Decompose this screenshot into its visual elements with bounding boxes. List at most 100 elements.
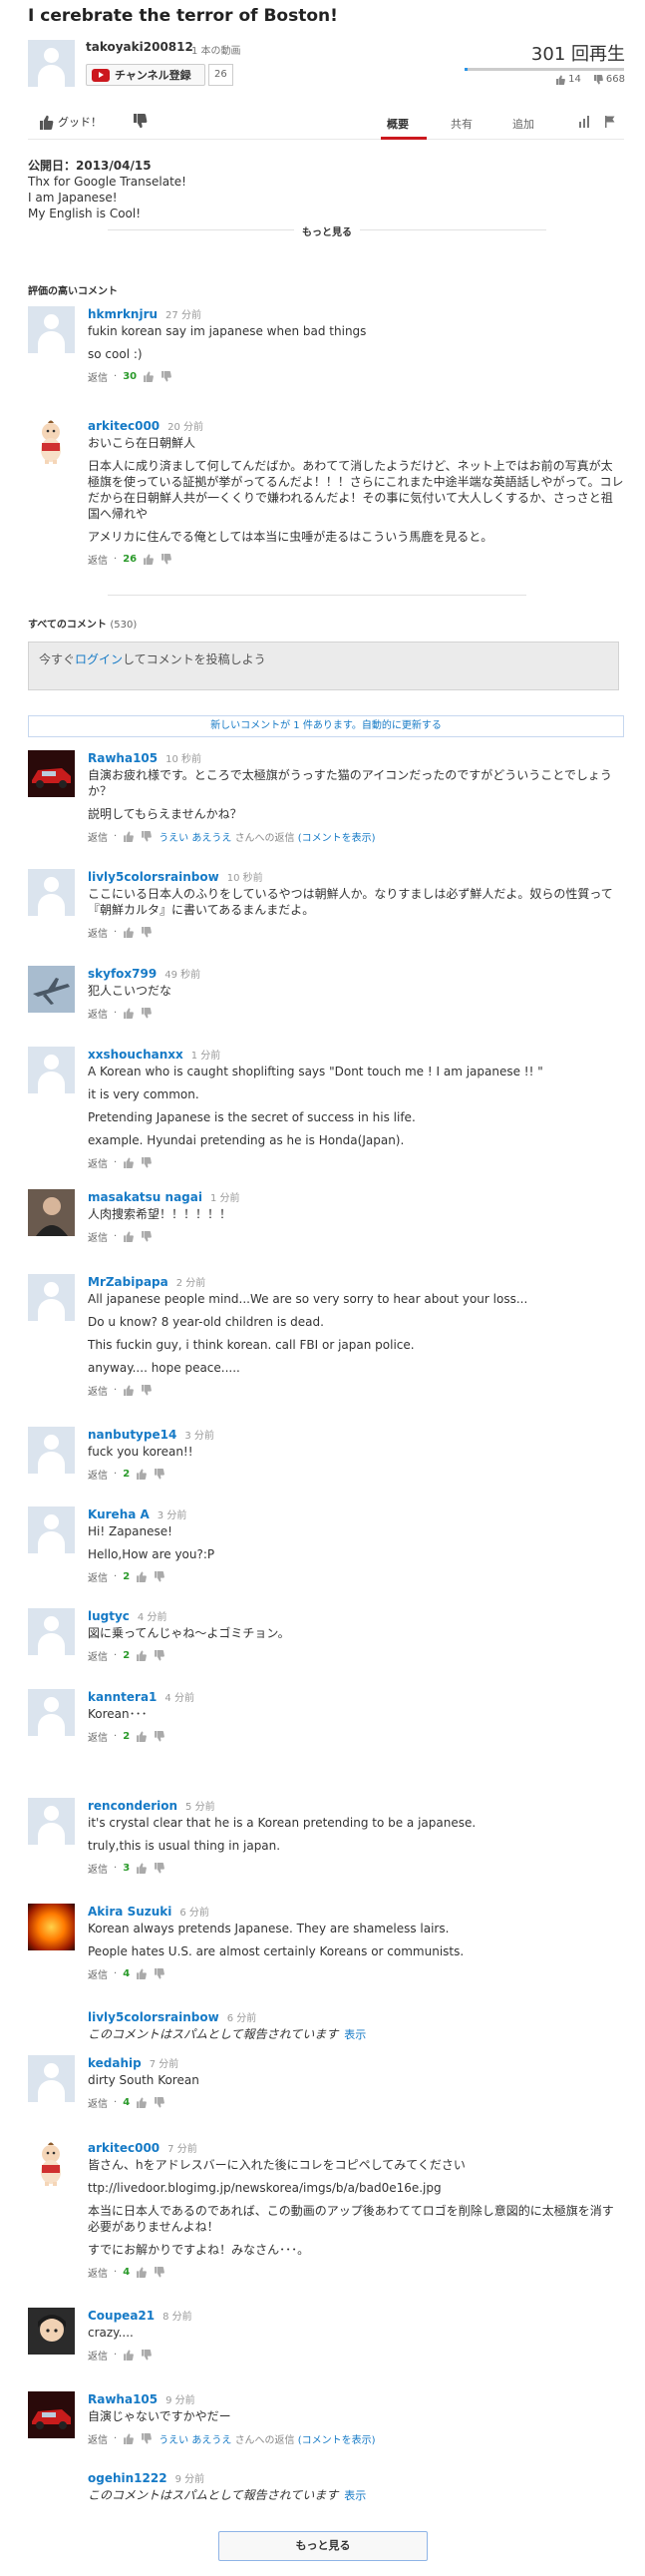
thumbs-up-icon[interactable] [123, 1231, 135, 1242]
reply-link[interactable]: 返信 [88, 1229, 108, 1244]
comment-time[interactable]: 5 分前 [185, 1802, 215, 1813]
comment-time[interactable]: 4 分前 [164, 1693, 194, 1704]
reply-link[interactable]: 返信 [88, 1383, 108, 1398]
thumbs-down-icon[interactable] [154, 1650, 165, 1661]
comment-time[interactable]: 1 分前 [191, 1051, 221, 1062]
comment-input-box[interactable]: 今すぐログインしてコメントを投稿しよう [28, 642, 619, 690]
show-comment-link[interactable]: (コメントを表示) [298, 833, 376, 844]
commenter-avatar[interactable] [28, 966, 75, 1013]
show-spam-link[interactable]: 表示 [344, 2028, 366, 2041]
commenter-avatar[interactable] [28, 1798, 75, 1845]
commenter-avatar[interactable] [28, 1506, 75, 1553]
comment-author[interactable]: xxshouchanxx [88, 1048, 183, 1062]
thumbs-down-icon[interactable] [161, 371, 172, 382]
commenter-avatar[interactable] [28, 418, 75, 465]
thumbs-up-icon[interactable] [123, 1385, 135, 1396]
comment-author[interactable]: ogehin1222 [88, 2471, 167, 2485]
comment-author[interactable]: nanbutype14 [88, 1428, 176, 1442]
load-more-button[interactable]: もっと見る [218, 2531, 428, 2561]
comment-author[interactable]: renconderion [88, 1799, 177, 1813]
comment-time[interactable]: 1 分前 [210, 1193, 240, 1204]
thumbs-up-icon[interactable] [136, 1731, 148, 1742]
thumbs-up-icon[interactable] [123, 1157, 135, 1168]
comment-author[interactable]: kedahip [88, 2056, 142, 2070]
comment-time[interactable]: 6 分前 [227, 2013, 257, 2024]
reply-link[interactable]: 返信 [88, 2265, 108, 2280]
commenter-avatar[interactable] [28, 1608, 75, 1655]
comment-author[interactable]: hkmrknjru [88, 307, 158, 321]
thumbs-down-icon[interactable] [141, 1231, 153, 1242]
thumbs-down-icon[interactable] [141, 1385, 153, 1396]
comment-author[interactable]: masakatsu nagai [88, 1190, 202, 1204]
comment-time[interactable]: 7 分前 [167, 2144, 197, 2155]
comment-author[interactable]: livly5colorsrainbow [88, 870, 219, 884]
reply-link[interactable]: 返信 [88, 1569, 108, 1584]
thumbs-up-icon[interactable] [123, 1008, 135, 1019]
reply-link[interactable]: 返信 [88, 1467, 108, 1482]
comment-author[interactable]: Rawha105 [88, 751, 158, 765]
comment-time[interactable]: 27 分前 [165, 310, 201, 321]
commenter-avatar[interactable] [28, 1189, 75, 1236]
comment-time[interactable]: 10 秒前 [165, 754, 201, 765]
comment-author[interactable]: kanntera1 [88, 1690, 157, 1704]
comment-author[interactable]: Rawha105 [88, 2392, 158, 2406]
new-comments-notice[interactable]: 新しいコメントが 1 件あります。自動的に更新する [28, 715, 624, 737]
comment-time[interactable]: 9 分前 [175, 2474, 205, 2485]
thumbs-down-icon[interactable] [154, 2097, 165, 2108]
thumbs-down-icon[interactable] [141, 2433, 153, 2444]
comment-author[interactable]: Coupea21 [88, 2309, 155, 2323]
thumbs-down-icon[interactable] [161, 554, 172, 565]
reply-to-name[interactable]: うえい あえうえ [159, 2435, 231, 2446]
commenter-avatar[interactable] [28, 869, 75, 916]
thumbs-down-icon[interactable] [141, 1008, 153, 1019]
thumbs-down-icon[interactable] [154, 2267, 165, 2278]
reply-link[interactable]: 返信 [88, 1006, 108, 1021]
thumbs-up-icon[interactable] [136, 1968, 148, 1979]
comment-time[interactable]: 3 分前 [184, 1431, 214, 1442]
reply-to-info[interactable]: うえい あえうえ さんへの返信 (コメントを表示) [159, 2431, 375, 2446]
reply-link[interactable]: 返信 [88, 369, 108, 384]
commenter-avatar[interactable] [28, 306, 75, 353]
reply-link[interactable]: 返信 [88, 829, 108, 844]
commenter-avatar[interactable] [28, 2308, 75, 2355]
thumbs-up-icon[interactable] [136, 1650, 148, 1661]
comment-author[interactable]: lugtyc [88, 1609, 130, 1623]
reply-link[interactable]: 返信 [88, 2095, 108, 2110]
thumbs-down-icon[interactable] [141, 2350, 153, 2361]
show-more-description[interactable]: もっと見る [108, 227, 546, 245]
comment-time[interactable]: 8 分前 [162, 2312, 192, 2323]
commenter-avatar[interactable] [28, 1274, 75, 1321]
reply-link[interactable]: 返信 [88, 1966, 108, 1981]
thumbs-down-icon[interactable] [141, 1157, 153, 1168]
show-comment-link[interactable]: (コメントを表示) [298, 2435, 376, 2446]
thumbs-up-icon[interactable] [136, 1469, 148, 1480]
show-spam-link[interactable]: 表示 [344, 2489, 366, 2502]
thumbs-up-icon[interactable] [136, 2267, 148, 2278]
reply-link[interactable]: 返信 [88, 2431, 108, 2446]
thumbs-up-icon[interactable] [143, 554, 155, 565]
video-count[interactable]: 1 本の動画 [191, 42, 241, 57]
commenter-avatar[interactable] [28, 2055, 75, 2102]
comment-time[interactable]: 9 分前 [165, 2395, 195, 2406]
reply-link[interactable]: 返信 [88, 1155, 108, 1170]
report-button[interactable] [604, 116, 616, 131]
reply-to-info[interactable]: うえい あえうえ さんへの返信 (コメントを表示) [159, 829, 375, 844]
like-button[interactable]: グッド！ [38, 114, 102, 130]
dislike-button[interactable] [132, 114, 148, 132]
thumbs-down-icon[interactable] [141, 927, 153, 938]
thumbs-up-icon[interactable] [136, 1571, 148, 1582]
comment-time[interactable]: 49 秒前 [164, 970, 200, 981]
comment-time[interactable]: 4 分前 [138, 1612, 167, 1623]
commenter-avatar[interactable] [28, 1047, 75, 1093]
login-link[interactable]: ログイン [75, 652, 123, 666]
thumbs-up-icon[interactable] [136, 1863, 148, 1874]
thumbs-up-icon[interactable] [136, 2097, 148, 2108]
comment-time[interactable]: 7 分前 [150, 2059, 179, 2070]
commenter-avatar[interactable] [28, 1427, 75, 1474]
tab-about[interactable]: 概要 [387, 116, 409, 132]
reply-link[interactable]: 返信 [88, 1729, 108, 1744]
commenter-avatar[interactable] [28, 1904, 75, 1950]
reply-link[interactable]: 返信 [88, 552, 108, 567]
reply-link[interactable]: 返信 [88, 1648, 108, 1663]
commenter-avatar[interactable] [28, 750, 75, 797]
